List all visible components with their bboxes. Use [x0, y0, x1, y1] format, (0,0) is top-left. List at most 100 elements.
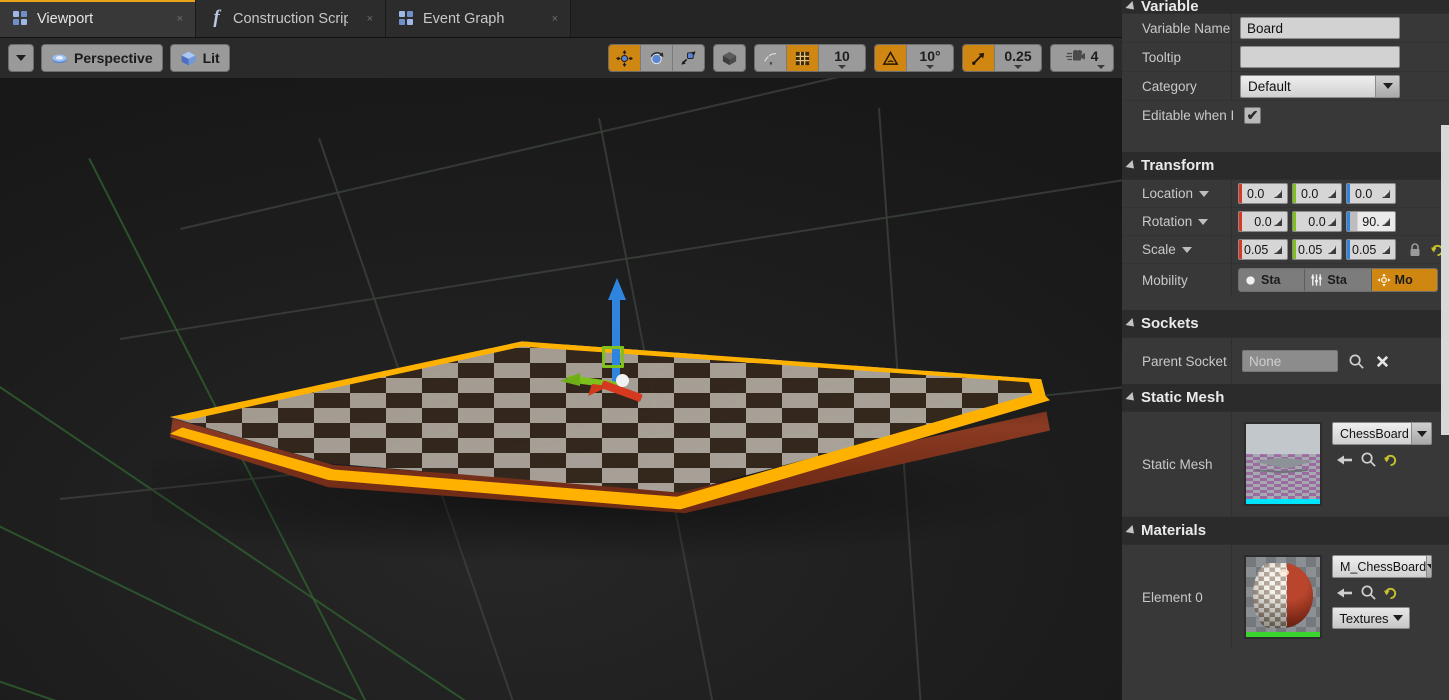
reset-asset-icon[interactable]	[1383, 452, 1398, 467]
drag-handle-icon[interactable]	[1271, 243, 1285, 257]
reset-asset-icon[interactable]	[1383, 585, 1398, 600]
panel-spacer	[1122, 296, 1449, 310]
viewport-options-button[interactable]	[8, 44, 34, 72]
camera-speed-icon	[1066, 48, 1086, 65]
surface-snap-button[interactable]	[755, 45, 787, 71]
gizmo-axis-z[interactable]	[612, 296, 620, 386]
tab-viewport[interactable]: Viewport ×	[0, 0, 196, 37]
grid-icon	[399, 11, 414, 26]
search-icon[interactable]	[1348, 353, 1365, 370]
scale-tool-button[interactable]	[673, 45, 704, 71]
mobility-movable-option[interactable]: Mo	[1372, 269, 1437, 291]
lock-icon[interactable]	[1408, 242, 1422, 258]
row-label-text: Location	[1142, 186, 1193, 201]
drag-handle-icon[interactable]	[1379, 187, 1393, 201]
section-header-materials[interactable]: Materials	[1122, 517, 1449, 545]
editable-when-inherited-checkbox[interactable]: ✔	[1244, 107, 1261, 124]
movable-icon	[1377, 273, 1391, 287]
drag-handle-icon[interactable]	[1325, 187, 1339, 201]
section-header-variable[interactable]: Variable	[1122, 0, 1449, 14]
row-category: Category Default	[1122, 72, 1449, 101]
tab-label: Construction Scrip	[233, 11, 348, 27]
chevron-down-icon[interactable]	[1198, 219, 1208, 225]
row-location: Location 0.0 0.0 0.0	[1122, 180, 1449, 208]
camera-speed-button[interactable]: 4	[1051, 45, 1113, 71]
rotation-x-input[interactable]: 0.0	[1238, 211, 1288, 232]
gizmo-arrow-z	[604, 278, 630, 304]
static-mesh-thumbnail[interactable]	[1244, 422, 1322, 506]
drag-handle-icon[interactable]	[1325, 215, 1339, 229]
details-scrollbar[interactable]	[1441, 125, 1449, 435]
location-x-input[interactable]: 0.0	[1238, 183, 1288, 204]
chevron-down-icon[interactable]	[1411, 423, 1431, 444]
viewport-3d-scene[interactable]	[0, 78, 1122, 700]
camera-mode-label: Perspective	[74, 50, 153, 66]
gizmo-arrow-x	[584, 382, 610, 404]
world-space-button[interactable]	[714, 45, 745, 71]
close-icon[interactable]: ×	[357, 13, 373, 25]
chevron-down-icon[interactable]	[1375, 76, 1399, 97]
location-y-input[interactable]: 0.0	[1292, 183, 1342, 204]
transform-tools-group	[608, 44, 705, 72]
rotation-z-input[interactable]: 90.	[1346, 211, 1396, 232]
drag-handle-icon[interactable]	[1379, 215, 1393, 229]
tooltip-input[interactable]	[1240, 46, 1400, 68]
use-selected-asset-icon[interactable]	[1336, 585, 1354, 601]
static-icon	[1244, 274, 1257, 287]
mobility-stationary-option[interactable]: Sta	[1305, 269, 1371, 291]
parent-socket-input[interactable]: None	[1242, 350, 1338, 372]
row-label: Scale	[1122, 236, 1232, 263]
gizmo-plane-handle[interactable]	[602, 346, 624, 368]
chevron-down-icon[interactable]	[1199, 191, 1209, 197]
rotate-tool-button[interactable]	[641, 45, 673, 71]
location-z-input[interactable]: 0.0	[1346, 183, 1396, 204]
scale-x-input[interactable]: 0.05	[1238, 239, 1288, 260]
option-label: Sta	[1261, 273, 1280, 287]
tab-label: Viewport	[37, 11, 93, 27]
scale-z-input[interactable]: 0.05	[1346, 239, 1396, 260]
close-icon[interactable]: ×	[167, 13, 183, 25]
row-label: Variable Name	[1122, 14, 1232, 42]
rotation-y-input[interactable]: 0.0	[1292, 211, 1342, 232]
section-header-transform[interactable]: Transform	[1122, 152, 1449, 180]
drag-handle-icon[interactable]	[1379, 243, 1393, 257]
move-gizmo[interactable]	[560, 278, 650, 388]
scale-snap-value-label: 0.25	[1004, 48, 1031, 64]
chevron-down-icon[interactable]	[1426, 556, 1432, 577]
textures-dropdown-button[interactable]: Textures	[1332, 607, 1410, 629]
scale-y-input[interactable]: 0.05	[1292, 239, 1342, 260]
use-selected-asset-icon[interactable]	[1336, 452, 1354, 468]
material-asset-dropdown[interactable]: M_ChessBoard	[1332, 555, 1432, 578]
static-mesh-asset-dropdown[interactable]: ChessBoard	[1332, 422, 1432, 445]
grid-snap-value[interactable]: 10	[819, 45, 865, 71]
tab-construction-script[interactable]: f Construction Scrip ×	[196, 0, 386, 37]
camera-mode-button[interactable]: Perspective	[41, 44, 163, 72]
grid-snap-button[interactable]	[787, 45, 819, 71]
mobility-static-option[interactable]: Sta	[1239, 269, 1305, 291]
gizmo-center-handle[interactable]	[616, 374, 629, 387]
drag-handle-icon[interactable]	[1271, 215, 1285, 229]
view-mode-button[interactable]: Lit	[170, 44, 230, 72]
move-tool-button[interactable]	[609, 45, 641, 71]
angle-snap-value[interactable]: 10°	[907, 45, 953, 71]
browse-asset-icon[interactable]	[1360, 584, 1377, 601]
browse-asset-icon[interactable]	[1360, 451, 1377, 468]
drag-handle-icon[interactable]	[1271, 187, 1285, 201]
surface-snap-icon	[762, 50, 779, 67]
tab-event-graph[interactable]: Event Graph ×	[386, 0, 571, 37]
material-thumbnail[interactable]	[1244, 555, 1322, 639]
angle-snap-button[interactable]	[875, 45, 907, 71]
scale-snap-value[interactable]: 0.25	[995, 45, 1041, 71]
scale-snap-button[interactable]	[963, 45, 995, 71]
variable-name-input[interactable]: Board	[1240, 17, 1400, 39]
category-dropdown[interactable]: Default	[1240, 75, 1400, 98]
drag-handle-icon[interactable]	[1325, 243, 1339, 257]
row-label: Tooltip	[1122, 43, 1232, 71]
value-text: 0.0	[1355, 187, 1372, 201]
chevron-down-icon[interactable]	[1182, 247, 1192, 253]
section-header-static-mesh[interactable]: Static Mesh	[1122, 384, 1449, 412]
close-icon[interactable]: ×	[542, 13, 558, 25]
clear-icon[interactable]	[1375, 354, 1390, 369]
section-header-sockets[interactable]: Sockets	[1122, 310, 1449, 338]
scale-icon	[680, 50, 697, 67]
